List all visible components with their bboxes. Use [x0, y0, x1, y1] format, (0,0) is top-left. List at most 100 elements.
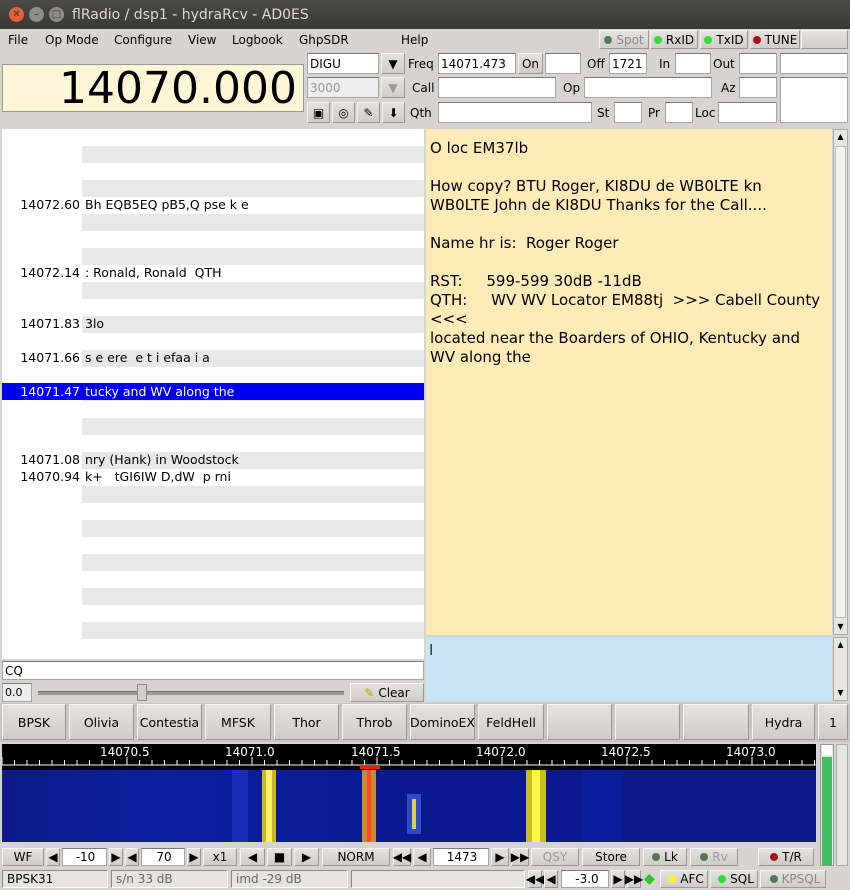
scroll-down-icon[interactable]: ▼ — [834, 620, 847, 634]
menu-configure[interactable]: Configure — [114, 29, 172, 50]
tune-button[interactable]: TUNE — [750, 30, 800, 49]
squelch-slider-handle[interactable] — [137, 684, 147, 701]
receive-text-panel[interactable]: O loc EM37lb How copy? BTU Roger, KI8DU … — [426, 129, 832, 635]
rx-scrollbar[interactable]: ▲ ▼ — [833, 129, 848, 635]
carrier-fast-up-icon[interactable]: ▶▶ — [511, 848, 529, 866]
list-item-selected[interactable]: 14071.47 tucky and WV along the — [2, 383, 424, 400]
store-button[interactable]: Store — [582, 848, 640, 866]
mode-throb-button[interactable]: Throb — [342, 704, 407, 740]
list-item[interactable]: 14071.83 3lo — [2, 315, 424, 332]
carrier-field[interactable]: 1473 — [433, 848, 489, 866]
tx-scrollbar[interactable]: ▲ ▼ — [833, 637, 848, 701]
close-icon[interactable]: ✕ — [9, 7, 24, 22]
frequency-display[interactable]: 14070.000 — [2, 63, 304, 114]
search-input[interactable]: CQ — [2, 661, 424, 680]
menu-help[interactable]: Help — [401, 29, 428, 50]
transmit-text-panel[interactable]: I — [426, 637, 832, 701]
txid-button[interactable]: TxID — [700, 30, 748, 49]
slower-icon[interactable]: ◀ — [240, 848, 265, 866]
menu-file[interactable]: File — [8, 29, 28, 50]
wf-side-scrollbar[interactable] — [836, 744, 848, 866]
afc-down-icon[interactable]: ◀ — [544, 870, 558, 888]
waterfall[interactable]: 14070.5 14071.0 14071.5 14072.0 14072.5 … — [2, 744, 816, 842]
mode-contestia-button[interactable]: Contestia — [137, 704, 202, 740]
locator-field[interactable] — [718, 102, 777, 123]
az-field[interactable] — [739, 77, 777, 98]
list-item[interactable]: 14072.14: Ronald, Ronald QTH — [2, 264, 424, 281]
mode-dropdown-icon[interactable]: ▼ — [381, 53, 405, 74]
menu-ghpsdr[interactable]: GhpSDR — [299, 29, 349, 50]
afc-fast-down-icon[interactable]: ◀◀ — [526, 870, 544, 888]
save-qso-icon[interactable]: ⬇ — [382, 102, 405, 123]
rxid-button[interactable]: RxID — [650, 30, 698, 49]
afc-up-icon[interactable]: ▶ — [611, 870, 625, 888]
lookup-icon[interactable]: ◎ — [332, 102, 355, 123]
minimize-icon[interactable]: – — [29, 7, 44, 22]
menu-op-mode[interactable]: Op Mode — [45, 29, 99, 50]
carrier-fast-down-icon[interactable]: ◀◀ — [393, 848, 411, 866]
list-item[interactable]: 14072.60 Bh EQB5EQ pB5,Q pse k e — [2, 196, 424, 213]
carrier-up-icon[interactable]: ▶ — [491, 848, 509, 866]
range-field[interactable]: 70 — [141, 848, 185, 866]
mode-empty-button-2[interactable] — [615, 704, 680, 740]
mode-thor-button[interactable]: Thor — [274, 704, 339, 740]
log-save-icon[interactable]: ▣ — [307, 102, 330, 123]
spot-button[interactable]: Spot — [599, 30, 649, 49]
kpsql-button[interactable]: KPSQL — [760, 870, 826, 888]
norm-button[interactable]: NORM — [322, 848, 390, 866]
notes-field[interactable] — [780, 77, 848, 123]
rx-scroll-thumb[interactable] — [835, 146, 846, 618]
mode-bpsk-button[interactable]: BPSK — [2, 704, 66, 740]
call-field[interactable] — [438, 77, 556, 98]
reverse-button[interactable]: Rv — [690, 848, 738, 866]
clear-button[interactable]: ✎ Clear — [350, 683, 424, 702]
mode-mfsk-button[interactable]: MFSK — [205, 704, 271, 740]
state-field[interactable] — [614, 102, 642, 123]
mode-empty-button-3[interactable] — [683, 704, 749, 740]
tr-button[interactable]: T/R — [758, 848, 814, 866]
range-increase-icon[interactable]: ▶ — [187, 848, 201, 866]
zoom-button[interactable]: x1 — [203, 848, 237, 866]
qth-field[interactable] — [438, 102, 592, 123]
spare-button[interactable] — [801, 30, 848, 49]
mode-olivia-button[interactable]: Olivia — [69, 704, 134, 740]
mode-empty-button-1[interactable] — [547, 704, 612, 740]
mode-dominoex-button[interactable]: DominoEX — [410, 704, 475, 740]
pause-icon[interactable]: ■ — [267, 848, 292, 866]
afc-value[interactable]: -3.0 — [561, 870, 609, 888]
on-time-field[interactable] — [545, 53, 581, 74]
signal-browser[interactable]: 14072.60 Bh EQB5EQ pB5,Q pse k e 14072.14… — [2, 129, 424, 659]
rst-in-field[interactable] — [675, 53, 711, 74]
bandwidth-select[interactable]: 3000 — [307, 77, 379, 98]
rst-out-field[interactable] — [739, 53, 777, 74]
afc-fast-up-icon[interactable]: ▶▶ — [625, 870, 643, 888]
list-item[interactable]: 14071.08 nry (Hank) in Woodstock — [2, 451, 424, 468]
waterfall-svg[interactable]: 14070.5 14071.0 14071.5 14072.0 14072.5 … — [2, 744, 816, 842]
maximize-icon[interactable]: □ — [49, 7, 64, 22]
wf-level-handle[interactable] — [822, 745, 832, 755]
squelch-slider[interactable] — [36, 684, 348, 701]
on-button[interactable]: On — [518, 53, 543, 74]
scroll-up-icon[interactable]: ▲ — [834, 130, 847, 144]
off-time-field[interactable]: 1721 — [609, 53, 647, 74]
list-item[interactable]: 14071.66 s e ere e t i efaa i a — [2, 349, 424, 366]
mode-feldhell-button[interactable]: FeldHell — [478, 704, 544, 740]
op-field[interactable] — [584, 77, 712, 98]
menu-view[interactable]: View — [188, 29, 216, 50]
mode-select[interactable]: DIGU — [307, 53, 379, 74]
carrier-down-icon[interactable]: ◀ — [413, 848, 431, 866]
offset-field[interactable]: -10 — [62, 848, 107, 866]
faster-icon[interactable]: ▶ — [294, 848, 319, 866]
extra-field[interactable] — [780, 53, 848, 74]
range-decrease-icon[interactable]: ◀ — [125, 848, 139, 866]
menu-logbook[interactable]: Logbook — [232, 29, 283, 50]
scroll-down-icon[interactable]: ▼ — [834, 686, 847, 700]
rx-cursor-marker[interactable] — [360, 765, 380, 769]
afc-button[interactable]: AFC — [660, 870, 708, 888]
offset-increase-icon[interactable]: ▶ — [109, 848, 123, 866]
offset-decrease-icon[interactable]: ◀ — [46, 848, 60, 866]
province-field[interactable] — [665, 102, 693, 123]
scroll-up-icon[interactable]: ▲ — [834, 638, 847, 652]
broom-clear-icon[interactable]: ✎ — [357, 102, 380, 123]
mode-hydra-button[interactable]: Hydra — [752, 704, 815, 740]
